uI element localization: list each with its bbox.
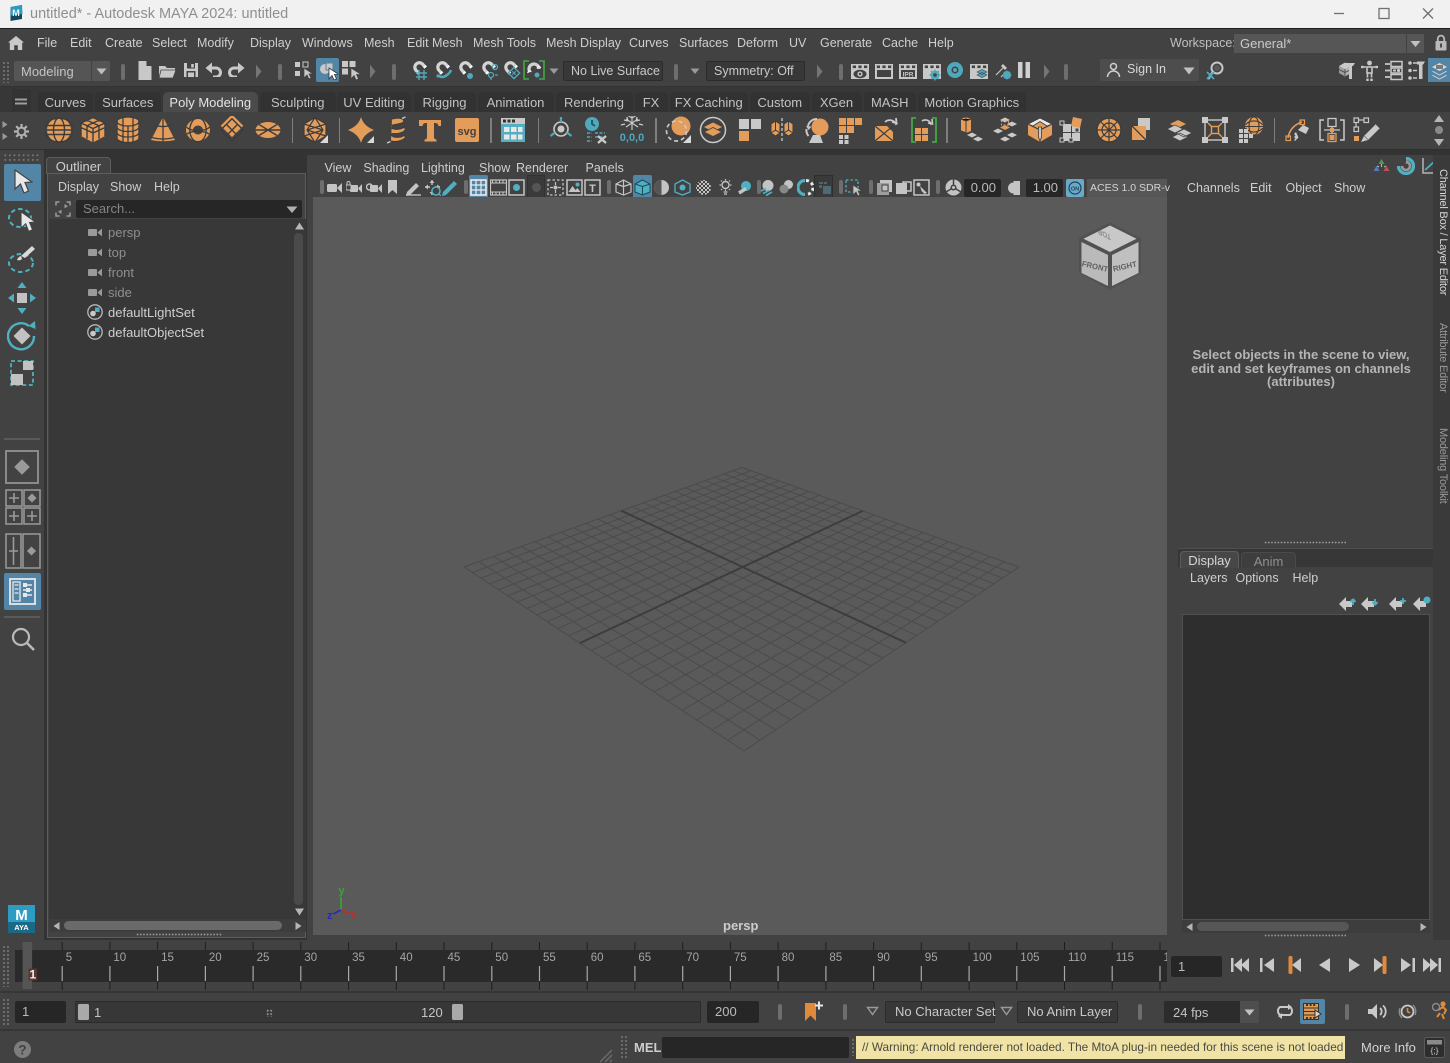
svg-text:40: 40 [400, 952, 413, 964]
svg-text:y: y [339, 885, 346, 897]
svg-text:65: 65 [638, 952, 651, 964]
svg-text:20: 20 [209, 952, 222, 964]
svg-text:svg: svg [457, 126, 476, 138]
svg-text:80: 80 [782, 952, 795, 964]
svg-text:50: 50 [495, 952, 508, 964]
svg-text:115: 115 [1116, 952, 1134, 964]
svg-text:85: 85 [829, 952, 842, 964]
svg-text:ON: ON [1071, 187, 1079, 193]
svg-text:0,0,0: 0,0,0 [620, 132, 644, 144]
svg-text:z: z [327, 910, 333, 922]
svg-text:?: ? [18, 1043, 26, 1058]
svg-text:105: 105 [1020, 952, 1039, 964]
svg-text:70: 70 [686, 952, 699, 964]
svg-text:100: 100 [973, 952, 992, 964]
svg-text:1: 1 [30, 968, 37, 982]
svg-text:M: M [15, 907, 28, 924]
svg-text:45: 45 [448, 952, 461, 964]
svg-text:AYA: AYA [14, 923, 29, 932]
svg-text:110: 110 [1068, 952, 1086, 964]
svg-text:T: T [589, 183, 596, 195]
svg-text:M: M [12, 8, 20, 18]
svg-text:10: 10 [113, 952, 126, 964]
svg-text:120: 120 [1164, 952, 1168, 964]
svg-text:IPR: IPR [903, 72, 914, 79]
svg-text:{;}: {;} [1430, 1046, 1438, 1056]
svg-text:15: 15 [161, 952, 174, 964]
svg-text:55: 55 [543, 952, 556, 964]
svg-text:x: x [350, 909, 357, 921]
svg-text:30: 30 [304, 952, 317, 964]
svg-text:95: 95 [925, 952, 938, 964]
svg-text:90: 90 [877, 952, 890, 964]
svg-text:35: 35 [352, 952, 365, 964]
svg-text:75: 75 [734, 952, 747, 964]
svg-text:60: 60 [591, 952, 604, 964]
svg-text:5: 5 [66, 952, 72, 964]
svg-text:25: 25 [257, 952, 270, 964]
